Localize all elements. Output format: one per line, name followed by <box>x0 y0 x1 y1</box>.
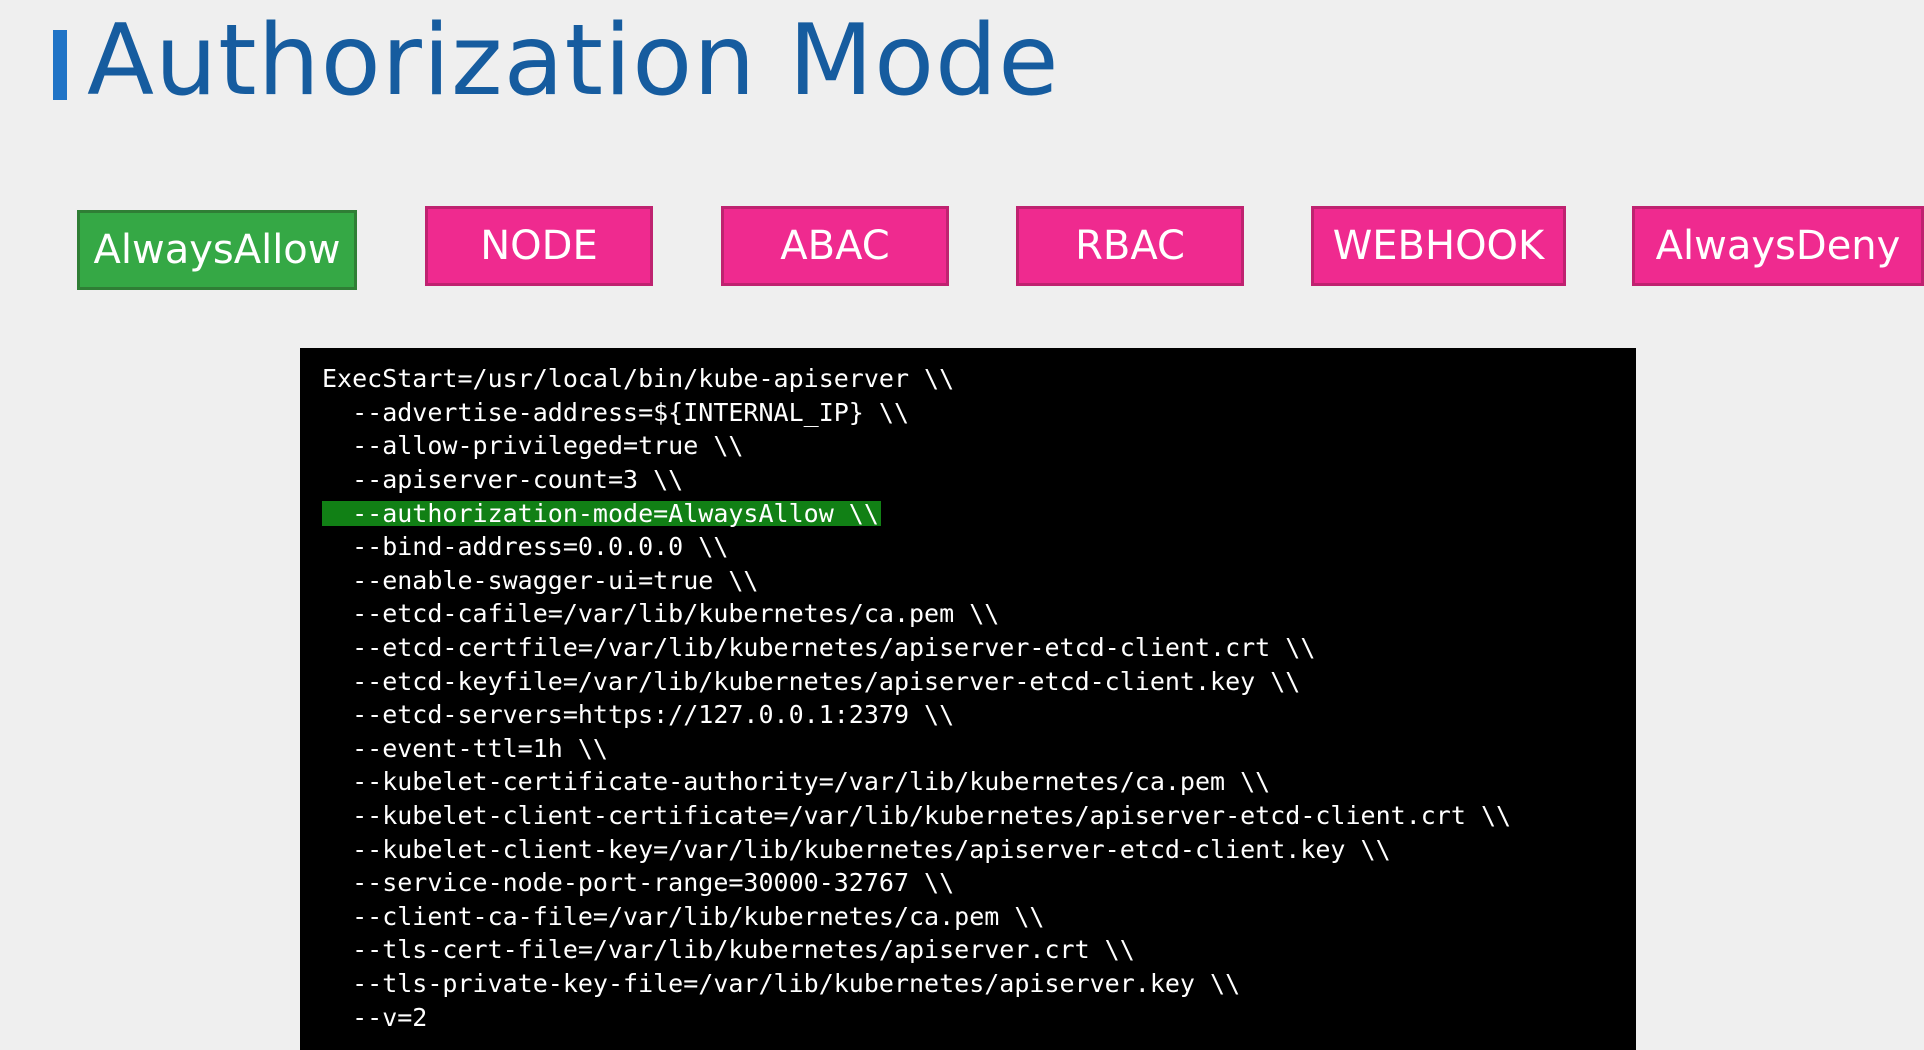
code-line: --tls-cert-file=/var/lib/kubernetes/apis… <box>322 933 1636 967</box>
code-line: --kubelet-certificate-authority=/var/lib… <box>322 765 1636 799</box>
code-line-text: --enable-swagger-ui=true \\ <box>322 565 759 595</box>
code-line-text: --event-ttl=1h \\ <box>322 733 608 763</box>
code-line: --kubelet-client-certificate=/var/lib/ku… <box>322 799 1636 833</box>
code-line: --allow-privileged=true \\ <box>322 429 1636 463</box>
mode-button-abac[interactable]: ABAC <box>721 206 949 286</box>
code-line: --apiserver-count=3 \\ <box>322 463 1636 497</box>
page-title-group: Authorization Mode <box>53 12 1060 110</box>
code-line-text: --kubelet-client-certificate=/var/lib/ku… <box>322 801 1512 831</box>
code-line: --kubelet-client-key=/var/lib/kubernetes… <box>322 832 1636 866</box>
code-line: --v=2 <box>322 1000 1636 1034</box>
mode-button-alwaysallow[interactable]: AlwaysAllow <box>77 210 357 290</box>
code-line-text: ExecStart=/usr/local/bin/kube-apiserver … <box>322 364 955 394</box>
code-line: --etcd-cafile=/var/lib/kubernetes/ca.pem… <box>322 597 1636 631</box>
code-line: --advertise-address=${INTERNAL_IP} \\ <box>322 396 1636 430</box>
code-line: --etcd-keyfile=/var/lib/kubernetes/apise… <box>322 664 1636 698</box>
code-line-text: --kubelet-certificate-authority=/var/lib… <box>322 767 1271 797</box>
code-line-text: --apiserver-count=3 \\ <box>322 465 684 495</box>
code-line-text: --service-node-port-range=30000-32767 \\ <box>322 868 955 898</box>
code-line-text: --etcd-keyfile=/var/lib/kubernetes/apise… <box>322 666 1301 696</box>
code-line-text: --kubelet-client-key=/var/lib/kubernetes… <box>322 834 1391 864</box>
code-line: --etcd-certfile=/var/lib/kubernetes/apis… <box>322 631 1636 665</box>
title-accent-bar <box>53 30 67 100</box>
authorization-mode-options: AlwaysAllow NODE ABAC RBAC WEBHOOK Alway… <box>0 206 1924 296</box>
code-line-text: --etcd-cafile=/var/lib/kubernetes/ca.pem… <box>322 599 1000 629</box>
mode-button-node[interactable]: NODE <box>425 206 653 286</box>
code-line: --event-ttl=1h \\ <box>322 732 1636 766</box>
code-line-text: --etcd-certfile=/var/lib/kubernetes/apis… <box>322 633 1316 663</box>
code-line: --etcd-servers=https://127.0.0.1:2379 \\ <box>322 698 1636 732</box>
mode-button-rbac[interactable]: RBAC <box>1016 206 1244 286</box>
code-line: --bind-address=0.0.0.0 \\ <box>322 530 1636 564</box>
code-line-text: --bind-address=0.0.0.0 \\ <box>322 532 729 562</box>
page-title: Authorization Mode <box>87 4 1060 118</box>
mode-button-webhook[interactable]: WEBHOOK <box>1311 206 1566 286</box>
code-line-text: --v=2 <box>322 1002 428 1032</box>
code-line: ExecStart=/usr/local/bin/kube-apiserver … <box>322 362 1636 396</box>
code-line-text: --allow-privileged=true \\ <box>322 431 744 461</box>
code-line: --service-node-port-range=30000-32767 \\ <box>322 866 1636 900</box>
mode-button-alwaysdeny[interactable]: AlwaysDeny <box>1632 206 1924 286</box>
authorization-mode-highlight-line: --authorization-mode=AlwaysAllow \\ <box>322 498 881 528</box>
code-line-text: --client-ca-file=/var/lib/kubernetes/ca.… <box>322 901 1045 931</box>
code-line: --tls-private-key-file=/var/lib/kubernet… <box>322 967 1636 1001</box>
code-line-text: --tls-cert-file=/var/lib/kubernetes/apis… <box>322 935 1135 965</box>
code-line: --client-ca-file=/var/lib/kubernetes/ca.… <box>322 900 1636 934</box>
code-line: --authorization-mode=AlwaysAllow \\ <box>322 496 1636 530</box>
code-line-text: --tls-private-key-file=/var/lib/kubernet… <box>322 968 1241 998</box>
code-line-text: --advertise-address=${INTERNAL_IP} \\ <box>322 397 909 427</box>
terminal-code-block: ExecStart=/usr/local/bin/kube-apiserver … <box>300 348 1636 1050</box>
code-line: --enable-swagger-ui=true \\ <box>322 564 1636 598</box>
code-line-text: --etcd-servers=https://127.0.0.1:2379 \\ <box>322 700 955 730</box>
